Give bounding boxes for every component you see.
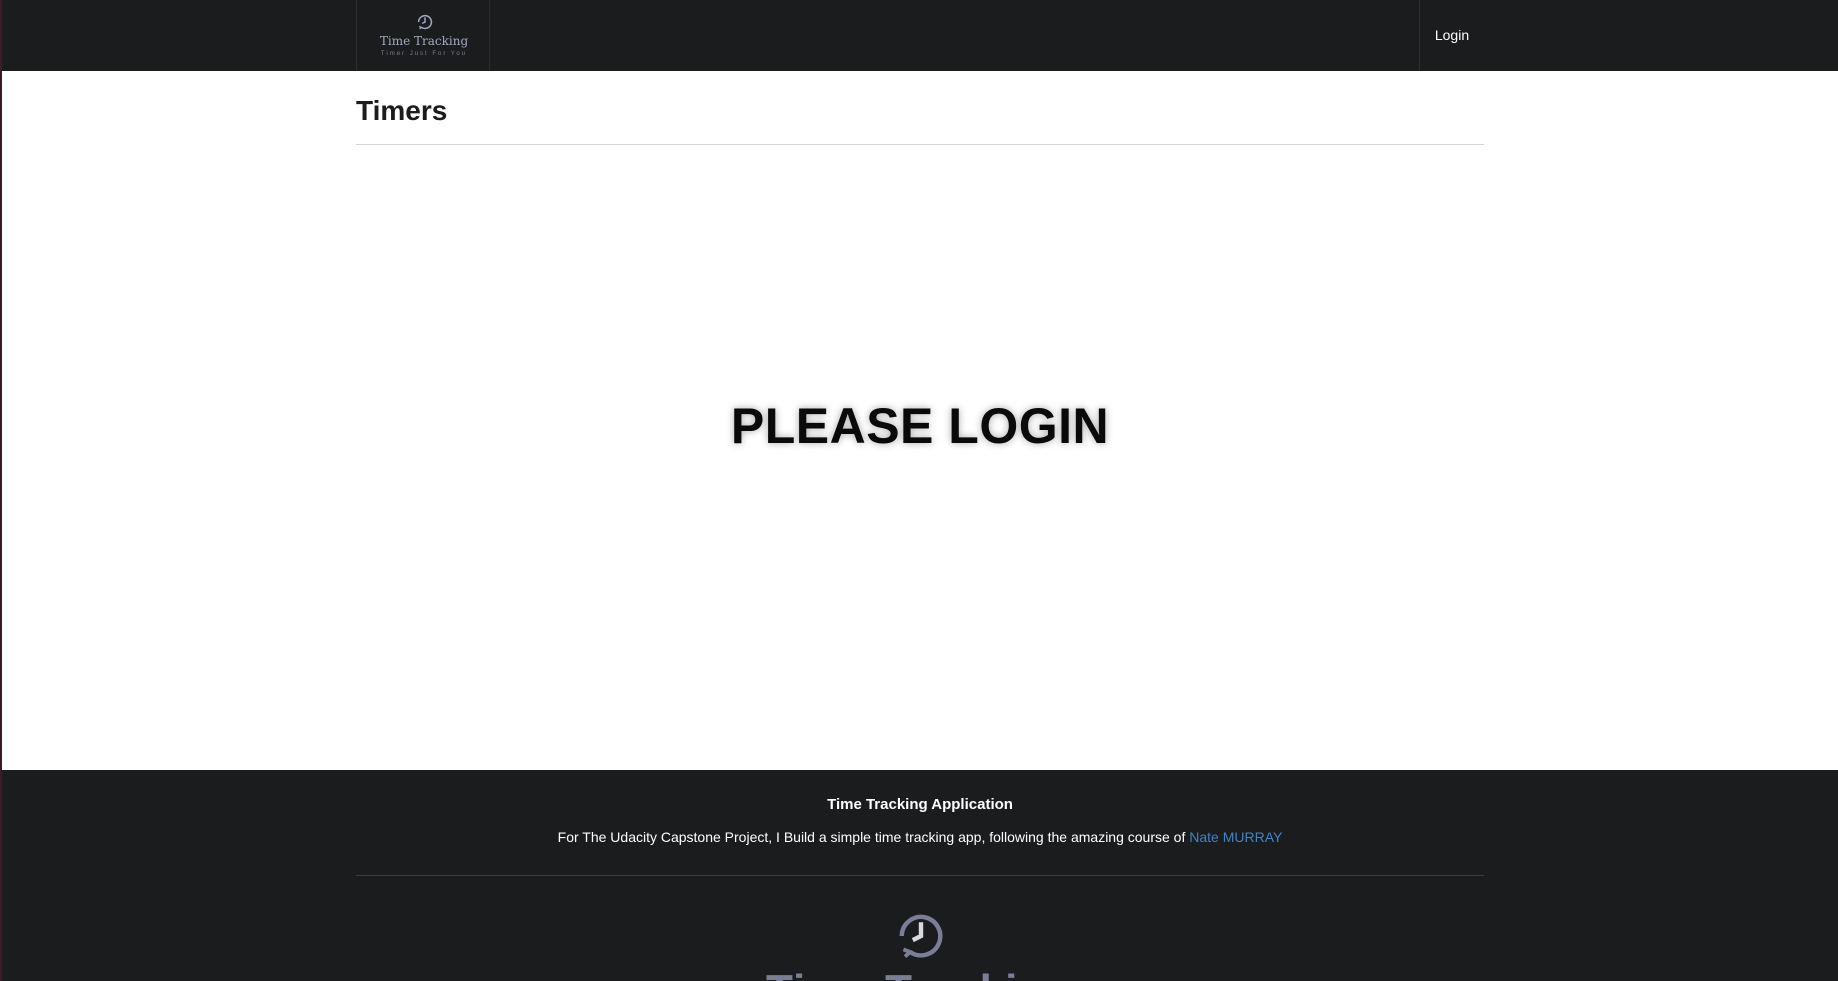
top-menu-bar: Time Tracking Timer Just For You Login <box>2 0 1838 71</box>
footer-divider <box>356 875 1484 876</box>
main-content: Timers PLEASE LOGIN <box>2 71 1838 770</box>
login-prompt-message: PLEASE LOGIN <box>730 398 1110 454</box>
clock-history-icon <box>417 14 433 30</box>
login-link[interactable]: Login <box>1419 0 1484 71</box>
brand-title: Time Tracking <box>379 34 469 48</box>
footer-brand-text: Time Tracking <box>2 966 1838 981</box>
brand-tagline: Timer Just For You <box>380 51 468 57</box>
footer: Time Tracking Application For The Udacit… <box>2 770 1838 981</box>
author-link[interactable]: Nate MURRAY <box>1189 829 1282 845</box>
page-title: Timers <box>356 95 448 126</box>
clock-history-icon <box>899 914 943 959</box>
title-divider <box>356 144 1484 145</box>
footer-heading: Time Tracking Application <box>827 796 1013 813</box>
footer-text: For The Udacity Capstone Project, I Buil… <box>557 829 1190 845</box>
footer-description: For The Udacity Capstone Project, I Buil… <box>2 829 1838 845</box>
app-page: Time Tracking Timer Just For You Login T… <box>0 0 1838 981</box>
brand-logo[interactable]: Time Tracking Timer Just For You <box>356 0 490 71</box>
